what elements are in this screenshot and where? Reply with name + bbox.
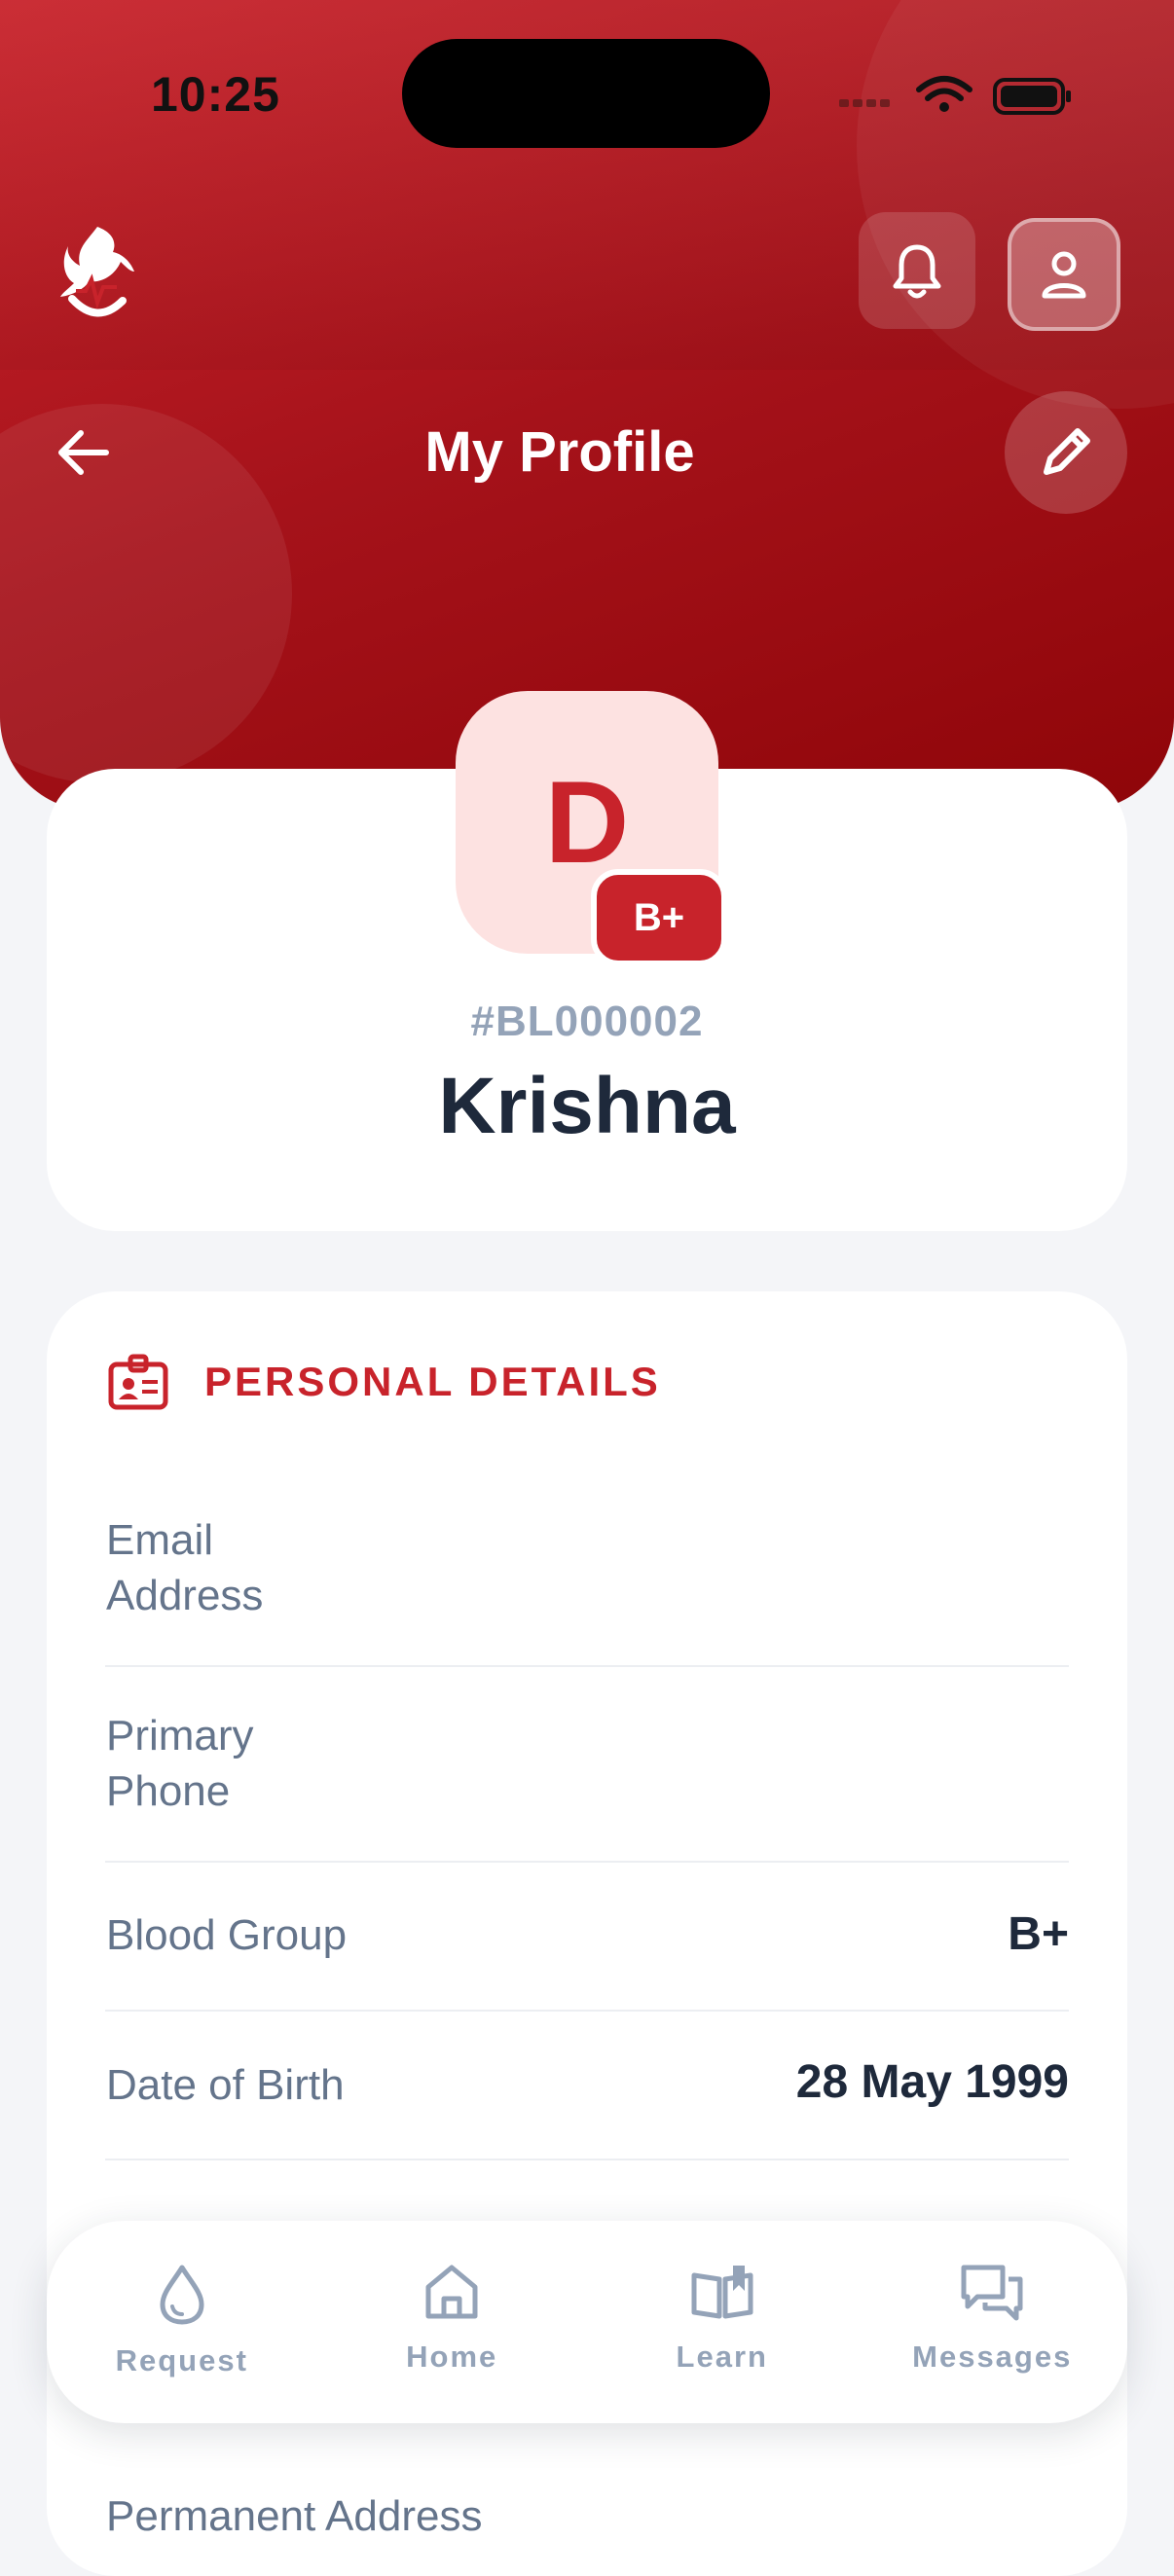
detail-label-phone: Primary Phone <box>106 1712 254 1815</box>
nav-label: Messages <box>912 2340 1073 2374</box>
home-icon <box>425 2265 478 2319</box>
detail-label-blood-group: Blood Group <box>106 1911 348 1959</box>
profile-button[interactable] <box>1008 218 1120 331</box>
pencil-icon <box>1044 428 1090 475</box>
divider <box>105 1665 1069 1667</box>
divider <box>105 2159 1069 2160</box>
book-icon <box>691 2266 753 2319</box>
signal-icon <box>839 99 890 107</box>
detail-value-dob: 28 May 1999 <box>795 2056 1069 2108</box>
bottom-navigation: Request Home Learn Messages <box>47 2221 1127 2423</box>
notifications-button[interactable] <box>859 212 975 329</box>
user-name: Krishna <box>438 1062 736 1150</box>
nav-label: Request <box>115 2343 248 2377</box>
blood-group-badge: B+ <box>591 869 727 966</box>
nav-item-messages[interactable]: Messages <box>858 2221 1128 2423</box>
bell-icon <box>893 244 941 299</box>
dynamic-island <box>402 39 770 148</box>
wifi-icon <box>916 76 972 101</box>
divider <box>105 1861 1069 1863</box>
nav-item-learn[interactable]: Learn <box>587 2221 858 2423</box>
app-logo <box>58 219 136 326</box>
chat-icon <box>961 2265 1023 2321</box>
id-card-icon <box>107 1353 169 1415</box>
page-title: My Profile <box>424 420 695 484</box>
status-time: 10:25 <box>151 67 280 122</box>
nav-label: Learn <box>676 2340 768 2374</box>
divider <box>105 2010 1069 2012</box>
nav-item-request[interactable]: Request <box>47 2221 317 2423</box>
detail-label-permanent-address: Permanent Address <box>106 2492 483 2540</box>
user-id: #BL000002 <box>470 998 704 1045</box>
nav-item-home[interactable]: Home <box>317 2221 588 2423</box>
status-icons <box>839 72 1073 121</box>
section-title: PERSONAL DETAILS <box>204 1359 661 1404</box>
detail-label-email: Email Address <box>106 1516 264 1619</box>
battery-icon <box>993 78 1071 115</box>
nav-label: Home <box>406 2340 498 2374</box>
user-icon <box>1042 251 1086 299</box>
detail-label-dob: Date of Birth <box>106 2061 345 2109</box>
drop-icon <box>160 2265 204 2325</box>
detail-value-blood-group: B+ <box>1008 1908 1069 1960</box>
edit-profile-button[interactable] <box>1005 391 1127 514</box>
